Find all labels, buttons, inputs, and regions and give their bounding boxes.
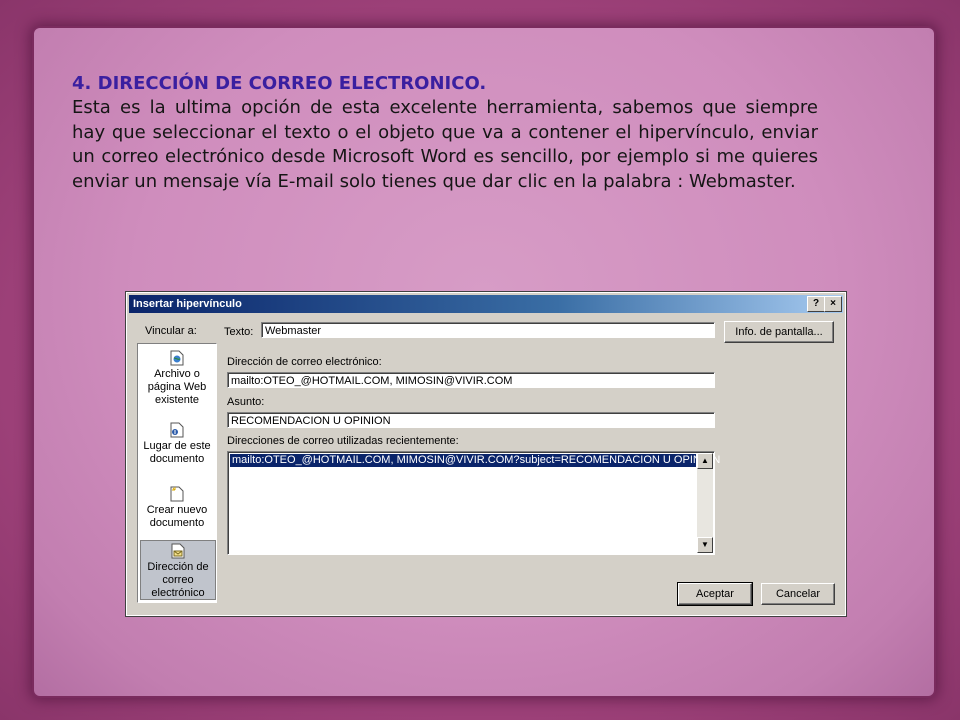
scroll-down-icon[interactable]: ▼ bbox=[697, 537, 713, 553]
link-to-label: Vincular a: bbox=[145, 325, 197, 337]
cancel-button[interactable]: Cancelar bbox=[761, 583, 835, 605]
list-scrollbar[interactable]: ▲ ▼ bbox=[697, 453, 713, 553]
slide-text-block: 4. DIRECCIÓN DE CORREO ELECTRONICO. Esta… bbox=[72, 72, 818, 194]
close-button[interactable]: × bbox=[824, 296, 842, 312]
list-item[interactable]: mailto:OTEO_@HOTMAIL.COM, MIMOSIN@VIVIR.… bbox=[230, 454, 720, 467]
text-to-display-field[interactable]: Webmaster bbox=[261, 322, 715, 338]
email-address-field[interactable]: mailto:OTEO_@HOTMAIL.COM, MIMOSIN@VIVIR.… bbox=[227, 372, 715, 388]
recent-addresses-label: Direcciones de correo utilizadas recient… bbox=[227, 435, 459, 447]
document-place-icon bbox=[170, 422, 184, 438]
link-to-bar: Archivo o página Web existente Lugar de … bbox=[137, 343, 217, 603]
link-email-address-label: Dirección de correo electrónico bbox=[147, 561, 209, 599]
link-this-document-label: Lugar de este documento bbox=[143, 440, 211, 465]
slide-heading: 4. DIRECCIÓN DE CORREO ELECTRONICO. bbox=[72, 73, 487, 94]
text-label: Texto: bbox=[224, 326, 254, 338]
email-address-label: Dirección de correo electrónico: bbox=[227, 356, 382, 368]
dialog-titlebar: Insertar hipervínculo bbox=[129, 295, 843, 313]
subject-label: Asunto: bbox=[227, 396, 265, 408]
link-existing-file-label: Archivo o página Web existente bbox=[147, 368, 207, 406]
slide-body: Esta es la ultima opción de esta excelen… bbox=[72, 97, 818, 192]
link-this-document[interactable]: Lugar de este documento bbox=[140, 422, 214, 466]
link-email-address[interactable]: Dirección de correo electrónico bbox=[140, 540, 216, 600]
dialog-title: Insertar hipervínculo bbox=[133, 298, 242, 310]
ok-button[interactable]: Aceptar bbox=[677, 582, 753, 606]
subject-field[interactable]: RECOMENDACION U OPINION bbox=[227, 412, 715, 428]
help-button[interactable]: ? bbox=[807, 296, 825, 312]
web-page-icon bbox=[170, 350, 184, 366]
new-document-icon bbox=[170, 486, 184, 502]
recent-addresses-list[interactable]: mailto:OTEO_@HOTMAIL.COM, MIMOSIN@VIVIR.… bbox=[227, 451, 720, 555]
link-new-document-label: Crear nuevo documento bbox=[146, 504, 208, 529]
scroll-up-icon[interactable]: ▲ bbox=[697, 453, 713, 469]
screen-tip-button[interactable]: Info. de pantalla... bbox=[724, 321, 834, 343]
link-existing-file[interactable]: Archivo o página Web existente bbox=[140, 350, 214, 407]
email-address-icon bbox=[171, 543, 185, 559]
insert-hyperlink-dialog: Insertar hipervínculo ? × Vincular a: Ar… bbox=[125, 291, 847, 617]
link-new-document[interactable]: Crear nuevo documento bbox=[140, 486, 214, 530]
